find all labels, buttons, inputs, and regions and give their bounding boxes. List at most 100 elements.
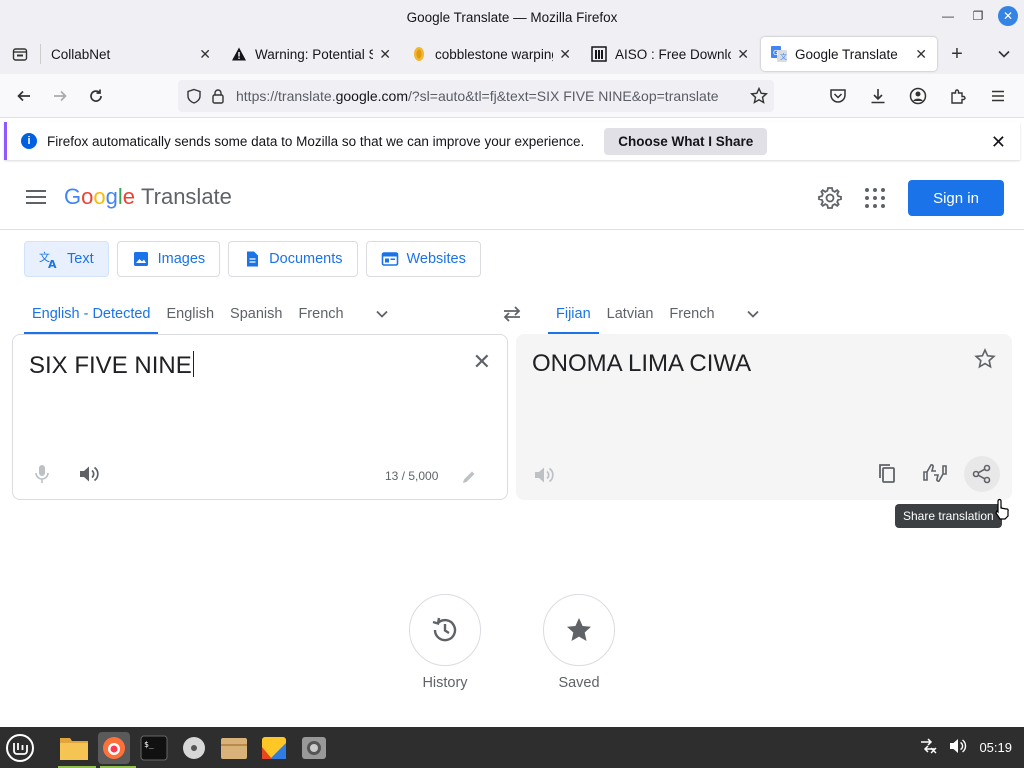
- translate-wordmark: Translate: [141, 184, 232, 209]
- download-icon: [871, 89, 885, 104]
- taskbar-files-icon[interactable]: [58, 732, 90, 764]
- mode-label: Websites: [406, 251, 466, 267]
- svg-text:G: G: [773, 49, 778, 57]
- mode-images-button[interactable]: Images: [116, 241, 221, 277]
- tab-close-icon[interactable]: ✕: [915, 46, 927, 63]
- google-wordmark: Google: [64, 184, 136, 209]
- firefox-view-button[interactable]: [0, 34, 40, 74]
- main-menu-icon[interactable]: [24, 186, 48, 210]
- target-lang-latvian[interactable]: Latvian: [599, 294, 662, 334]
- mode-websites-button[interactable]: Websites: [365, 241, 481, 277]
- forward-button[interactable]: [42, 78, 78, 114]
- tab-warning[interactable]: Warning: Potential Se ✕: [221, 34, 401, 74]
- volume-icon[interactable]: [949, 738, 967, 757]
- saved-button[interactable]: [543, 594, 615, 666]
- source-lang-french[interactable]: French: [290, 294, 351, 334]
- google-apps-icon[interactable]: [865, 188, 885, 208]
- target-lang-more-button[interactable]: [737, 294, 769, 334]
- new-tab-button[interactable]: +: [937, 34, 977, 74]
- listen-translation-speaker-icon[interactable]: [532, 464, 554, 489]
- svg-text:$_: $_: [144, 740, 154, 749]
- history-icon: [432, 617, 457, 642]
- taskbar-archive-icon[interactable]: [218, 732, 250, 764]
- puzzle-icon: [951, 89, 966, 104]
- taskbar-firefox-icon[interactable]: [98, 731, 130, 764]
- tracking-shield-icon: [187, 88, 201, 104]
- save-translation-star-icon[interactable]: [974, 348, 996, 373]
- mode-text-button[interactable]: 文A Text: [24, 241, 109, 277]
- translation-output-area: ONOMA LIMA CIWA: [516, 334, 1012, 500]
- pocket-icon: [830, 89, 846, 103]
- network-disconnected-icon[interactable]: [919, 738, 937, 757]
- microphone-icon[interactable]: [31, 463, 53, 488]
- sign-in-button[interactable]: Sign in: [908, 180, 1004, 216]
- app-menu-button[interactable]: [980, 78, 1016, 114]
- taskbar-terminal-icon[interactable]: $_: [138, 732, 170, 764]
- tab-cobblestone[interactable]: cobblestone warping ✕: [401, 34, 581, 74]
- source-text-value: SIX FIVE NINE: [29, 352, 192, 379]
- list-all-tabs-button[interactable]: [984, 34, 1024, 74]
- bookmark-star-icon: [750, 87, 768, 104]
- saved-star-icon: [567, 618, 591, 641]
- close-window-button[interactable]: ✕: [998, 6, 1018, 26]
- clear-source-icon[interactable]: ✕: [473, 349, 491, 375]
- taskbar-screenshot-icon[interactable]: [298, 732, 330, 764]
- tab-close-icon[interactable]: ✕: [559, 46, 571, 63]
- taskbar-disc-icon[interactable]: [178, 732, 210, 764]
- linux-mint-logo-icon: [6, 733, 34, 762]
- tab-close-icon[interactable]: ✕: [379, 46, 391, 63]
- chevron-down-icon: [375, 310, 388, 318]
- google-translate-logo[interactable]: Google Translate: [64, 184, 232, 210]
- pencil-icon[interactable]: [461, 469, 477, 488]
- source-lang-spanish[interactable]: Spanish: [222, 294, 290, 334]
- downloads-button[interactable]: [860, 78, 896, 114]
- mode-label: Text: [67, 251, 94, 267]
- mode-label: Images: [157, 251, 206, 267]
- url-text[interactable]: https://translate.google.com/?sl=auto&tl…: [236, 88, 719, 104]
- reload-button[interactable]: [78, 78, 114, 114]
- clock[interactable]: 05:19: [979, 740, 1012, 755]
- rate-translation-icon[interactable]: [922, 462, 948, 487]
- data-reporting-notification: i Firefox automatically sends some data …: [4, 122, 1020, 160]
- source-lang-english[interactable]: English: [158, 294, 222, 334]
- gt-header: Google Translate Sign in: [0, 166, 1024, 230]
- tab-aiso[interactable]: AISO : Free Downloa ✕: [581, 34, 759, 74]
- translate-icon: 文A: [39, 250, 57, 269]
- settings-gear-icon[interactable]: [818, 186, 842, 213]
- svg-text:A: A: [48, 258, 57, 269]
- tab-title: Warning: Potential Se: [255, 46, 374, 62]
- tab-google-translate[interactable]: G文 Google Translate ✕: [761, 37, 937, 71]
- target-lang-french[interactable]: French: [661, 294, 722, 334]
- share-translation-tooltip: Share translation: [895, 504, 1002, 528]
- taskbar-drawing-icon[interactable]: [258, 732, 290, 764]
- mint-menu-button[interactable]: [4, 732, 36, 764]
- tab-title: Google Translate: [795, 46, 898, 62]
- source-lang-more-button[interactable]: [366, 294, 398, 334]
- page-content: Google Translate Sign in 文A Text Images …: [0, 166, 1024, 727]
- tab-collabnet[interactable]: CollabNet ✕: [41, 34, 221, 74]
- choose-what-i-share-button[interactable]: Choose What I Share: [604, 127, 768, 155]
- listen-source-speaker-icon[interactable]: [77, 463, 99, 488]
- target-lang-fijian[interactable]: Fijian: [548, 294, 599, 334]
- back-button[interactable]: [6, 78, 42, 114]
- share-icon: [972, 464, 991, 484]
- tab-close-icon[interactable]: ✕: [737, 46, 749, 63]
- extensions-button[interactable]: [940, 78, 976, 114]
- swap-languages-icon[interactable]: [500, 302, 524, 329]
- source-text-area[interactable]: SIX FIVE NINE ✕ 13 / 5,000: [12, 334, 508, 500]
- close-notification-icon[interactable]: ✕: [991, 132, 1006, 153]
- source-text[interactable]: SIX FIVE NINE: [29, 351, 195, 380]
- share-translation-button[interactable]: [964, 456, 1000, 492]
- minimize-button[interactable]: —: [938, 6, 958, 26]
- maximize-button[interactable]: ❐: [968, 6, 988, 26]
- copy-translation-icon[interactable]: [876, 462, 898, 487]
- history-button[interactable]: [409, 594, 481, 666]
- window-titlebar: Google Translate — Mozilla Firefox — ❐ ✕: [0, 0, 1024, 34]
- url-bar[interactable]: https://translate.google.com/?sl=auto&tl…: [178, 80, 774, 112]
- tab-close-icon[interactable]: ✕: [199, 46, 211, 63]
- pocket-button[interactable]: [820, 78, 856, 114]
- mode-documents-button[interactable]: Documents: [228, 241, 358, 277]
- account-button[interactable]: [900, 78, 936, 114]
- source-lang-detected[interactable]: English - Detected: [24, 294, 159, 334]
- tab-title: CollabNet: [51, 46, 111, 62]
